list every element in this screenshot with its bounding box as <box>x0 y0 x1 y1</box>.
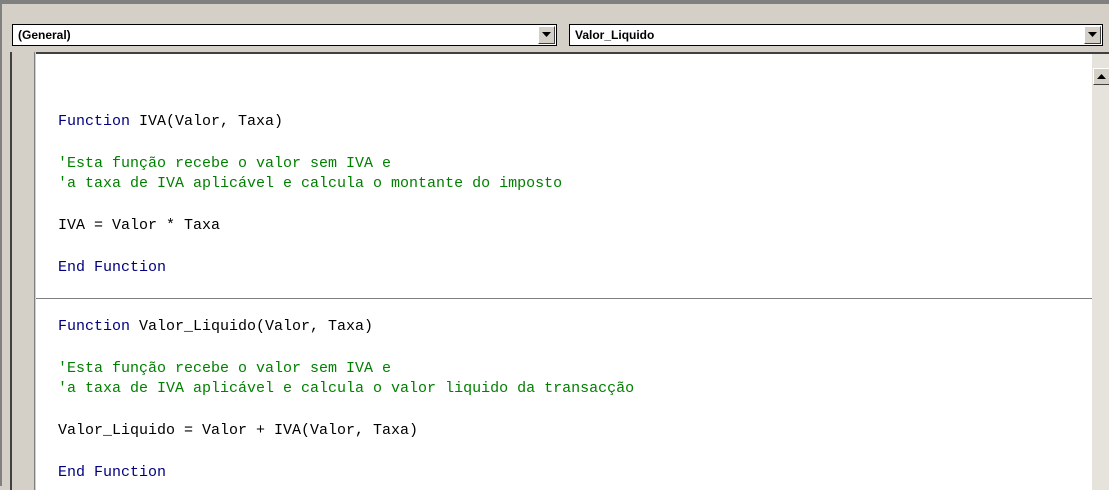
code-comment-line: 'a taxa de IVA aplicável e calcula o val… <box>58 380 635 397</box>
object-dropdown-value: (General) <box>18 28 71 42</box>
code-window: (General) Valor_Liquido Function IVA(Val… <box>0 0 1109 490</box>
chevron-down-icon <box>542 32 551 37</box>
margin-indicator-bar[interactable] <box>10 52 35 490</box>
code-statement-line: IVA = Valor * Taxa <box>58 217 221 234</box>
code-line-function-header: Function Valor_Liquido(Valor, Taxa) <box>58 318 373 336</box>
code-editor[interactable]: Function IVA(Valor, Taxa) 'Esta função r… <box>36 52 1092 490</box>
code-end-function: End Function <box>58 464 167 481</box>
code-comment-line: 'Esta função recebe o valor sem IVA e <box>58 360 392 377</box>
object-dropdown-button[interactable] <box>538 26 555 44</box>
procedure-dropdown[interactable]: Valor_Liquido <box>569 24 1103 46</box>
scroll-up-button[interactable] <box>1093 68 1109 85</box>
function-signature: Valor_Liquido(Valor, Taxa) <box>130 318 374 335</box>
code-line-function-header: Function IVA(Valor, Taxa) <box>58 113 283 131</box>
arrow-up-icon <box>1097 73 1106 79</box>
object-dropdown[interactable]: (General) <box>12 24 557 46</box>
procedure-separator <box>36 298 1092 299</box>
code-comment-line: 'a taxa de IVA aplicável e calcula o mon… <box>58 175 563 192</box>
function-signature: IVA(Valor, Taxa) <box>130 113 284 130</box>
procedure-dropdown-button[interactable] <box>1084 26 1101 44</box>
code-statement-line: Valor_Liquido = Valor + IVA(Valor, Taxa) <box>58 422 419 439</box>
code-comment-line: 'Esta função recebe o valor sem IVA e <box>58 155 392 172</box>
keyword-function: Function <box>58 318 131 335</box>
keyword-function: Function <box>58 113 131 130</box>
chevron-down-icon <box>1088 32 1097 37</box>
code-end-function: End Function <box>58 259 167 276</box>
vertical-scrollbar[interactable] <box>1092 52 1109 490</box>
procedure-dropdown-value: Valor_Liquido <box>575 28 655 42</box>
